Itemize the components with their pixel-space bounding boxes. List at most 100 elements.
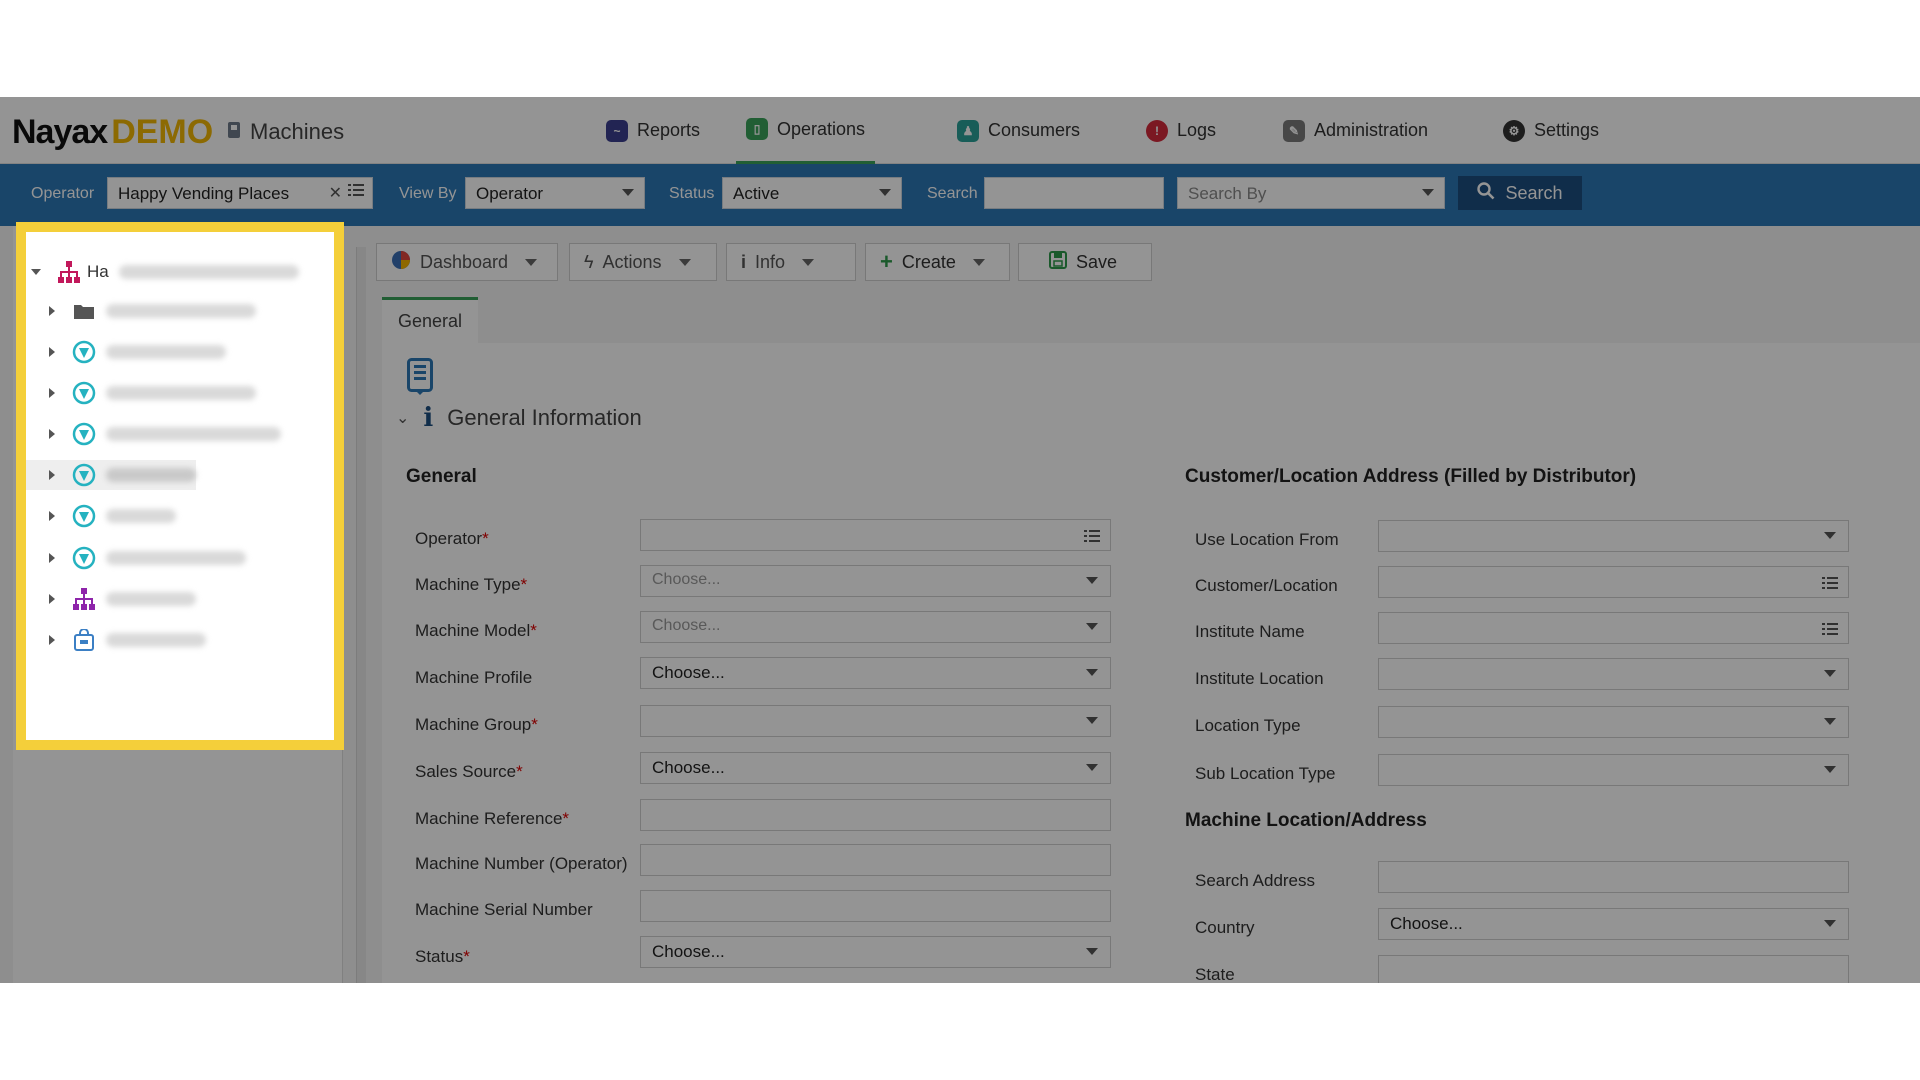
create-label: Create: [901, 251, 956, 272]
search-button[interactable]: Search: [1458, 176, 1582, 210]
tree-node[interactable]: [26, 584, 196, 614]
sales-source-label-text: Sales Source: [415, 762, 517, 781]
sales-source-select[interactable]: Choose...: [640, 752, 1111, 784]
use-location-from-select[interactable]: [1378, 520, 1849, 552]
tab-general[interactable]: General: [382, 297, 478, 343]
view-by-select[interactable]: Operator: [465, 177, 645, 209]
nayax-logo[interactable]: Nayax DEMO: [12, 113, 213, 152]
machine-type-placeholder: Choose...: [652, 571, 721, 588]
actions-button[interactable]: ϟ Actions: [569, 243, 717, 281]
country-select[interactable]: Choose...: [1378, 908, 1849, 940]
expand-arrow-icon[interactable]: [49, 306, 55, 316]
logo-demo-text: DEMO: [111, 113, 214, 151]
machine-type-label-text: Machine Type: [415, 575, 521, 594]
sub-location-type-select[interactable]: [1378, 754, 1849, 786]
institute-name-field[interactable]: [1378, 612, 1849, 644]
required-mark: *: [520, 575, 528, 594]
list-icon[interactable]: [1822, 621, 1838, 641]
nav-administration[interactable]: ✎ Administration: [1283, 97, 1428, 164]
page-title: Machines: [226, 119, 344, 145]
tree-node[interactable]: [26, 337, 226, 367]
nav-consumers-label: Consumers: [988, 120, 1081, 140]
tree-root-node[interactable]: Ha: [26, 257, 299, 287]
machine-serial-input[interactable]: [640, 890, 1111, 922]
nav-reports[interactable]: ~ Reports: [606, 97, 700, 164]
required-mark: *: [530, 621, 537, 640]
machine-model-select[interactable]: Choose...: [640, 611, 1111, 643]
expand-arrow-icon[interactable]: [49, 594, 55, 604]
operator-filter-input[interactable]: Happy Vending Places ✕: [107, 177, 373, 209]
search-by-select[interactable]: Search By: [1177, 177, 1445, 209]
clear-icon[interactable]: ✕: [329, 183, 342, 203]
search-button-label: Search: [1505, 182, 1563, 203]
list-icon[interactable]: [1822, 575, 1838, 595]
list-icon[interactable]: [348, 182, 364, 202]
location-type-select[interactable]: [1378, 706, 1849, 738]
status-select[interactable]: Choose...: [640, 936, 1111, 968]
state-label: State: [1195, 965, 1235, 983]
search-by-placeholder: Search By: [1188, 184, 1267, 203]
chevron-down-icon: [1824, 670, 1836, 677]
create-button[interactable]: + Create: [865, 243, 1010, 281]
machine-model-label: Machine Model*: [415, 621, 537, 641]
nav-settings[interactable]: ⚙ Settings: [1503, 97, 1599, 164]
chevron-down-icon[interactable]: ⌄: [396, 408, 409, 428]
nav-operations-label: Operations: [777, 118, 866, 139]
expand-arrow-icon[interactable]: [31, 269, 41, 275]
machine-profile-select[interactable]: Choose...: [640, 657, 1111, 689]
expand-arrow-icon[interactable]: [49, 429, 55, 439]
tree-node[interactable]: [26, 501, 176, 531]
operator-field[interactable]: [640, 519, 1111, 551]
tree-node[interactable]: [26, 296, 256, 326]
nav-logs[interactable]: ! Logs: [1146, 97, 1216, 164]
general-information-header[interactable]: ⌄ i General Information: [396, 403, 642, 433]
redacted-text: [106, 345, 226, 359]
required-mark: *: [463, 947, 470, 966]
machine-number-input[interactable]: [640, 844, 1111, 876]
nav-operations[interactable]: ▯ Operations: [736, 97, 876, 164]
state-input[interactable]: [1378, 955, 1849, 983]
tree-node[interactable]: [26, 378, 256, 408]
search-address-input[interactable]: [1378, 861, 1849, 893]
machine-group-label-text: Machine Group: [415, 715, 532, 734]
location-pin-icon: [72, 422, 96, 446]
status-filter-label: Status: [669, 185, 715, 202]
list-icon[interactable]: [1084, 528, 1100, 548]
tree-node-selected[interactable]: [26, 460, 196, 490]
redacted-text: [106, 304, 256, 318]
machine-profile-label: Machine Profile: [415, 668, 533, 687]
tree-node[interactable]: [26, 625, 206, 655]
status-filter-select[interactable]: Active: [722, 177, 902, 209]
machine-group-select[interactable]: [640, 705, 1111, 737]
gear-icon: ⚙: [1503, 119, 1525, 142]
dashboard-button[interactable]: Dashboard: [376, 243, 558, 281]
machine-reference-input[interactable]: [640, 799, 1111, 831]
expand-arrow-icon[interactable]: [49, 470, 55, 480]
chevron-down-icon: [1824, 718, 1836, 725]
info-button[interactable]: i Info: [726, 243, 856, 281]
expand-arrow-icon[interactable]: [49, 635, 55, 645]
institute-location-select[interactable]: [1378, 658, 1849, 690]
save-button[interactable]: Save: [1018, 243, 1152, 281]
expand-arrow-icon[interactable]: [49, 553, 55, 563]
save-label: Save: [1076, 251, 1118, 272]
expand-arrow-icon[interactable]: [49, 388, 55, 398]
machine-profile-value: Choose...: [652, 663, 725, 682]
search-input[interactable]: [984, 177, 1164, 209]
tree-root-label: Ha: [87, 262, 109, 281]
page-title-text: Machines: [250, 119, 345, 144]
nav-consumers[interactable]: ♟ Consumers: [957, 97, 1080, 164]
tree-node[interactable]: [26, 419, 281, 449]
location-pin-icon: [72, 340, 96, 364]
panel-splitter[interactable]: [356, 247, 366, 983]
expand-arrow-icon[interactable]: [49, 347, 55, 357]
customer-location-field[interactable]: [1378, 566, 1849, 598]
expand-arrow-icon[interactable]: [49, 511, 55, 521]
tree-node[interactable]: [26, 543, 246, 573]
sales-source-value: Choose...: [652, 758, 725, 777]
status-value: Choose...: [652, 942, 725, 961]
filter-toolbar: Operator Happy Vending Places ✕ View By …: [0, 164, 1920, 226]
reports-icon: ~: [606, 119, 628, 142]
machine-type-select[interactable]: Choose...: [640, 565, 1111, 597]
redacted-text: [106, 468, 196, 482]
